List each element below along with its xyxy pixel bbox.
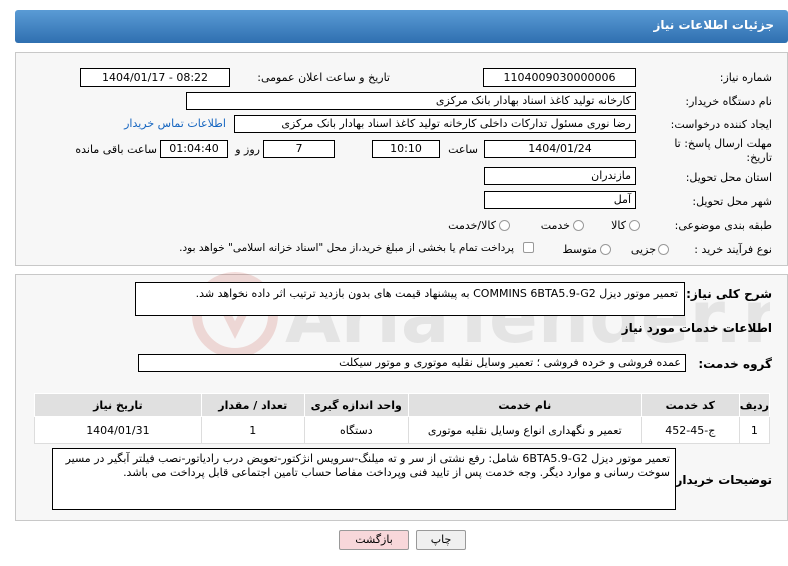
col-row-number: ردیف (738, 393, 771, 417)
deadline-time-label: ساعت (448, 143, 478, 156)
col-quantity: تعداد / مقدار (200, 393, 305, 417)
service-group-field: عمده فروشی و خرده فروشی ؛ تعمیر وسایل نق… (138, 354, 686, 372)
deadline-date-label: تاریخ: (746, 151, 772, 164)
cell-service-code: ج-45-452 (640, 416, 740, 444)
category-goods-label: کالا (611, 219, 626, 232)
deadline-time-field: 10:10 (372, 140, 440, 158)
deadline-label: مهلت ارسال پاسخ: تا (674, 137, 772, 150)
buyer-org-label: نام دستگاه خریدار: (685, 95, 772, 108)
creator-label: ایجاد کننده درخواست: (670, 118, 772, 131)
deadline-date-field: 1404/01/24 (484, 140, 636, 158)
days-remaining-field: 7 (263, 140, 335, 158)
col-unit: واحد اندازه گیری (303, 393, 409, 417)
announce-label: تاریخ و ساعت اعلان عمومی: (257, 71, 390, 84)
city-field: آمل (484, 191, 636, 209)
category-service-radio[interactable] (573, 220, 584, 231)
category-goods-service-radio[interactable] (499, 220, 510, 231)
col-need-date: تاریخ نیاز (34, 393, 202, 417)
cell-unit: دستگاه (303, 416, 409, 444)
cell-service-name: تعمیر و نگهداری انواع وسایل نقلیه موتوری (407, 416, 642, 444)
buyer-org-field: کارخانه تولید کاغذ اسناد بهادار بانک مرک… (186, 92, 636, 110)
general-desc-field: تعمیر موتور دیزل COMMINS 6BTA5.9-G2 به پ… (135, 282, 685, 316)
col-service-name: نام خدمت (407, 393, 642, 417)
category-goods-service-label: کالا/خدمت (448, 219, 496, 232)
page-title: جزئیات اطلاعات نیاز (653, 18, 774, 32)
col-service-code: کد خدمت (640, 393, 740, 417)
table-row: 1 ج-45-452 تعمیر و نگهداری انواع وسایل ن… (34, 416, 771, 444)
services-table-header: ردیف کد خدمت نام خدمت واحد اندازه گیری ت… (34, 393, 771, 417)
province-field: مازندران (484, 167, 636, 185)
days-label: روز و (235, 143, 260, 156)
buyer-notes-field: تعمیر موتور دیزل 6BTA5.9-G2 شامل: رفع نش… (52, 448, 676, 510)
category-service-label: خدمت (540, 219, 570, 232)
province-label: استان محل تحویل: (685, 171, 772, 184)
city-label: شهر محل تحویل: (692, 195, 772, 208)
services-heading: اطلاعات خدمات مورد نیاز (621, 321, 772, 335)
page-header: جزئیات اطلاعات نیاز (15, 10, 788, 43)
process-type-label: نوع فرآیند خرید : (694, 243, 772, 256)
print-button[interactable]: چاپ (416, 530, 466, 550)
remaining-time-label: ساعت باقی مانده (75, 143, 157, 156)
process-medium-label: متوسط (562, 243, 597, 256)
general-desc-label: شرح کلی نیاز: (686, 287, 772, 301)
process-minor-label: جزیی (630, 243, 656, 256)
treasury-payment-note: پرداخت تمام یا بخشی از مبلغ خرید،از محل … (179, 242, 514, 254)
process-minor-radio[interactable] (658, 244, 669, 255)
need-number-field: 1104009030000006 (483, 68, 636, 87)
buyer-notes-label: توضیحات خریدار: (670, 473, 772, 487)
treasury-payment-checkbox[interactable] (523, 242, 534, 253)
cell-quantity: 1 (200, 416, 305, 444)
category-goods-radio[interactable] (629, 220, 640, 231)
creator-field: رضا نوری مسئول تدارکات داخلی کارخانه تول… (234, 115, 636, 133)
cell-need-date: 1404/01/31 (34, 416, 202, 444)
services-table: ردیف کد خدمت نام خدمت واحد اندازه گیری ت… (34, 393, 771, 444)
process-medium-radio[interactable] (600, 244, 611, 255)
category-label: طبقه بندی موضوعی: (674, 219, 772, 232)
announce-field: 1404/01/17 - 08:22 (80, 68, 230, 87)
back-button[interactable]: بازگشت (339, 530, 409, 550)
contact-info-link[interactable]: اطلاعات تماس خریدار (120, 117, 226, 130)
remaining-time-field: 01:04:40 (160, 140, 228, 158)
cell-row-number: 1 (738, 416, 771, 444)
need-number-label: شماره نیاز: (719, 71, 772, 84)
service-group-label: گروه خدمت: (698, 357, 772, 371)
